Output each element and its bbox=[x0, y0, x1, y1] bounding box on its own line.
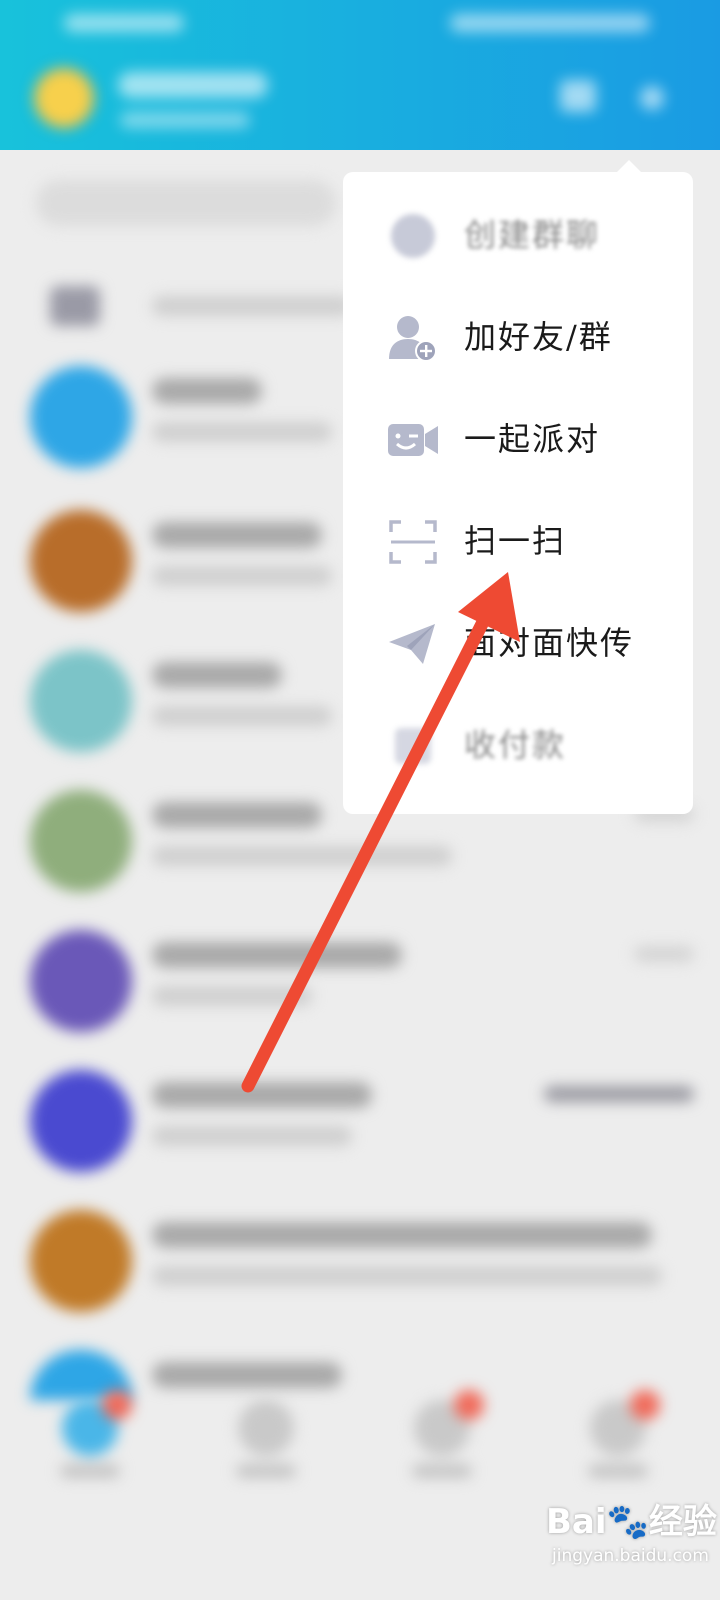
watermark-url: jingyan.baidu.com bbox=[552, 1546, 709, 1566]
arrow-shaft bbox=[241, 613, 491, 1093]
arrow-head bbox=[458, 572, 520, 642]
baidu-watermark: Bai🐾经验 jingyan.baidu.com bbox=[546, 1494, 717, 1574]
watermark-logo: Bai🐾经验 bbox=[546, 1502, 717, 1542]
annotation-arrow bbox=[241, 572, 520, 1093]
